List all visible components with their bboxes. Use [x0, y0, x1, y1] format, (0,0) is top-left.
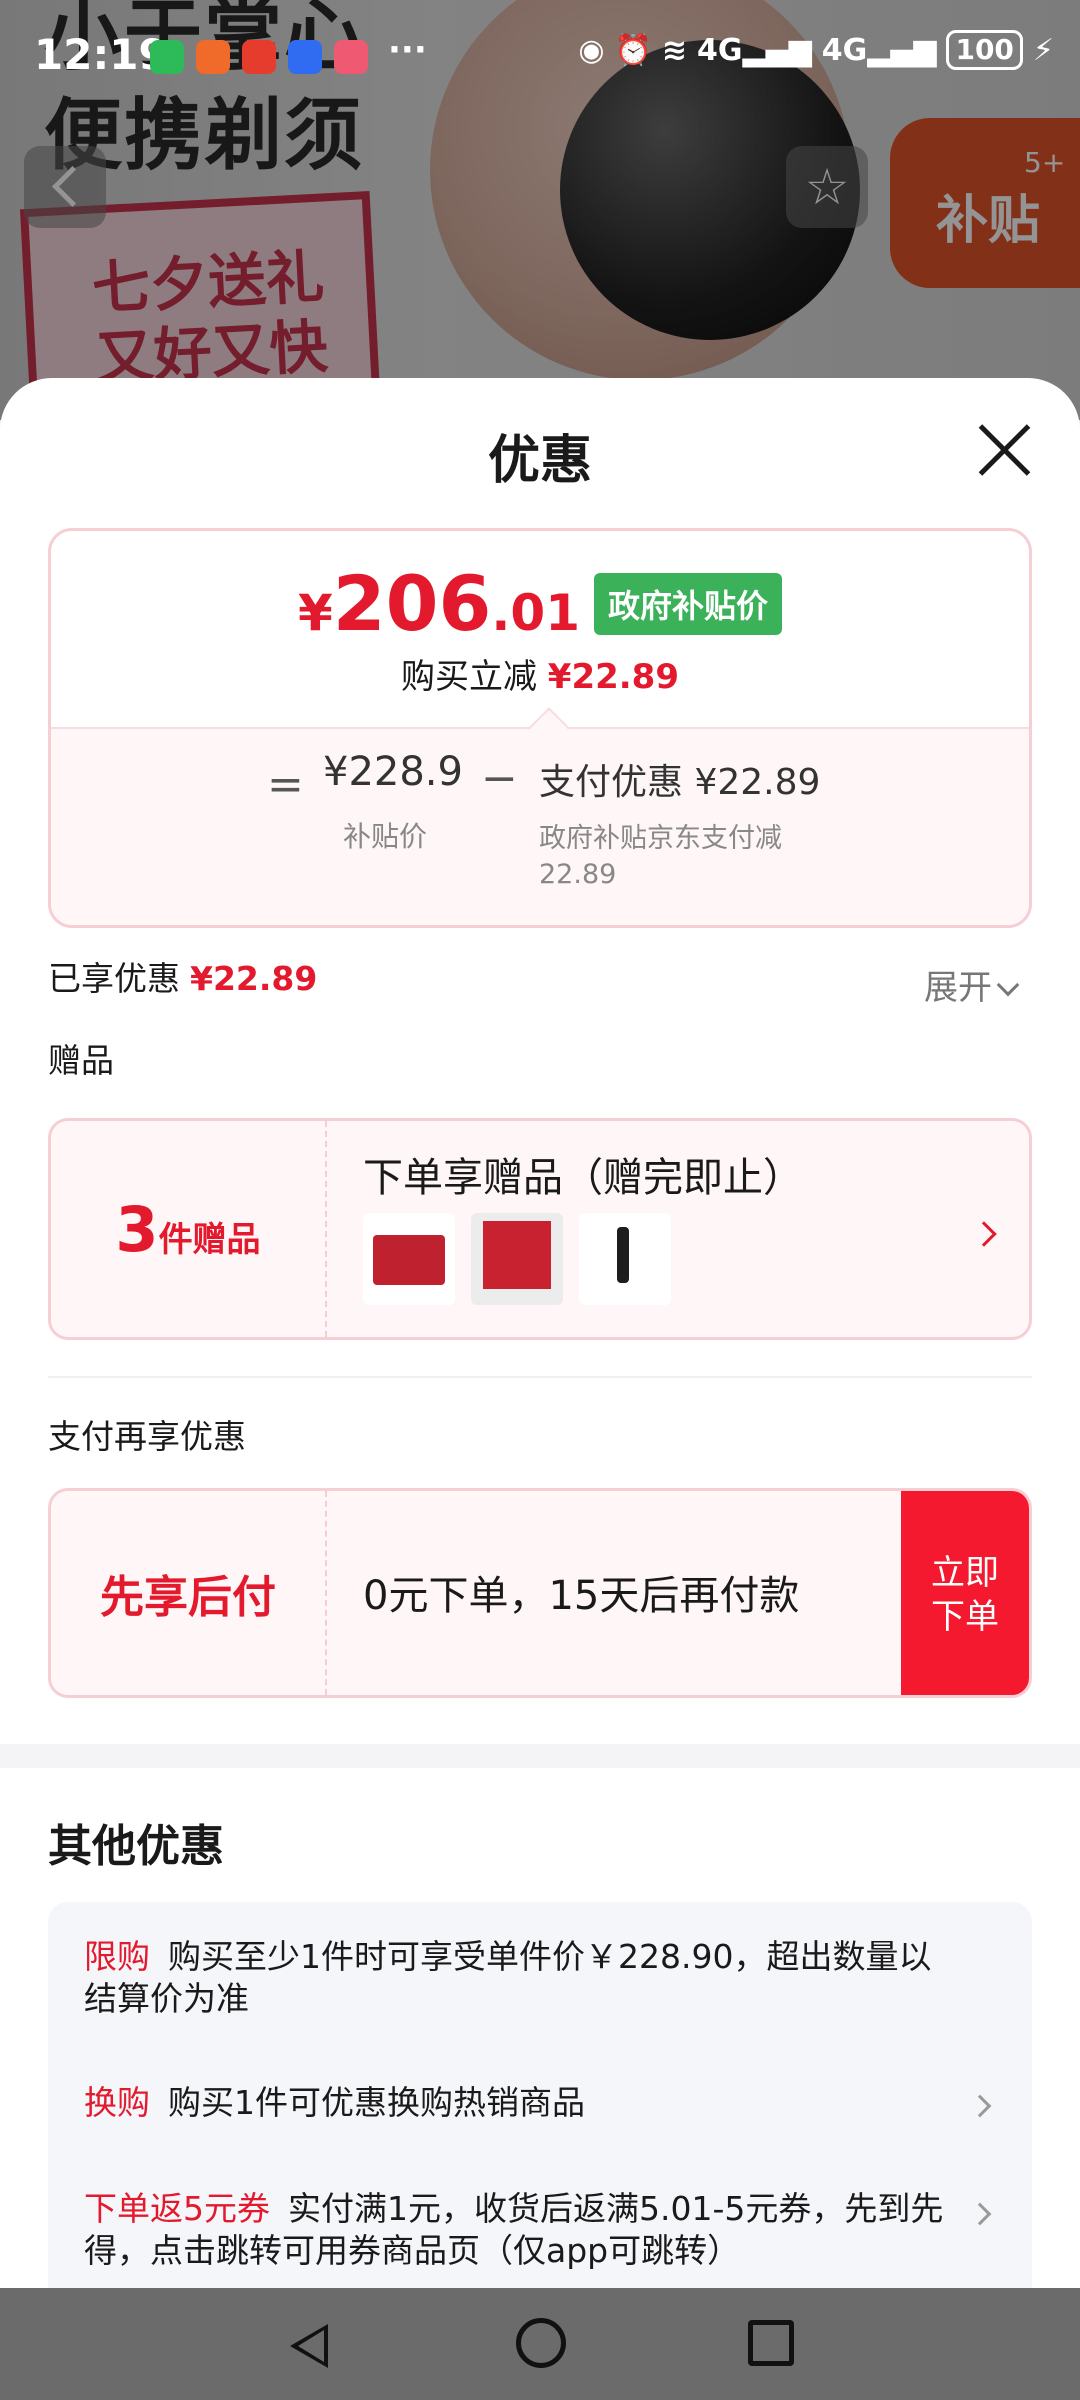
offer-row-coupon[interactable]: 下单返5元券 实付满1元，收货后返满5.01-5元券，先到先得，点击跳转可用券商品… — [84, 2188, 944, 2272]
discount-sheet: 优惠 ¥206.01 政府补贴价 购买立减 ¥22.89 = ¥228.9 补贴… — [0, 378, 1080, 2288]
app-notification-icon — [288, 40, 322, 74]
gift-count: 3 件赠品 — [51, 1121, 327, 1337]
more-notifications-icon: ··· — [388, 30, 427, 70]
price-breakdown: = ¥228.9 补贴价 − 支付优惠 ¥22.89 政府补贴京东支付减22.8… — [51, 707, 1029, 925]
pay-later-desc: 0元下单，15天后再付款 — [363, 1573, 800, 1619]
chevron-right-icon — [971, 1221, 997, 1247]
gift-trimmer-thumbnail — [579, 1213, 671, 1305]
final-price: ¥206.01 — [297, 559, 580, 648]
offer-row-limit: 限购 购买至少1件时可享受单件价￥228.90，超出数量以结算价为准 — [84, 1937, 932, 2018]
minus-sign: − — [481, 753, 518, 804]
status-bar: 12:19 ··· ◉ ⏰ ≋ 4G▂▄▆ 4G▂▄▆ 100 ⚡ — [0, 0, 1080, 110]
app-notification-icon — [242, 40, 276, 74]
battery-icon: 100 — [946, 30, 1023, 70]
pay-discount-value: 支付优惠 ¥22.89 — [539, 762, 821, 803]
price-summary-card: ¥206.01 政府补贴价 购买立减 ¥22.89 = ¥228.9 补贴价 −… — [48, 528, 1032, 928]
nav-home-icon[interactable] — [516, 2318, 566, 2368]
alarm-icon: ⏰ — [614, 32, 652, 68]
gift-thumbnails — [363, 1213, 671, 1305]
charging-icon: ⚡ — [1032, 32, 1054, 68]
pay-later-card: 先享后付 0元下单，15天后再付款 立即 下单 — [48, 1488, 1032, 1698]
gift-title: 下单享赠品（赠完即止） — [363, 1155, 803, 1201]
app-notification-icon — [150, 40, 184, 74]
instant-discount-line: 购买立减 ¥22.89 — [400, 657, 679, 697]
chevron-right-icon — [968, 2094, 992, 2118]
subsidy-price-label: 补贴价 — [343, 820, 428, 853]
pay-later-name: 先享后付 — [51, 1491, 327, 1695]
divider — [48, 1376, 1032, 1378]
signal-4g-icon: 4G▂▄▆ — [697, 32, 812, 68]
other-offers-list: 限购 购买至少1件时可享受单件价￥228.90，超出数量以结算价为准 换购 购买1件… — [48, 1902, 1032, 2288]
chevron-down-icon — [996, 973, 1020, 997]
system-nav-bar — [0, 2288, 1080, 2400]
payment-section-label: 支付再享优惠 — [48, 1417, 246, 1456]
app-notification-icon — [334, 40, 368, 74]
gifts-section-label: 赠品 — [48, 1041, 114, 1080]
enjoyed-discount: 已享优惠 ¥22.89 — [48, 959, 318, 998]
equals-sign: = — [267, 759, 304, 810]
notification-icons — [150, 40, 368, 74]
app-notification-icon — [196, 40, 230, 74]
system-icons: ◉ ⏰ ≋ 4G▂▄▆ 4G▂▄▆ 100 ⚡ — [578, 30, 1054, 70]
wifi-icon: ≋ — [661, 32, 688, 68]
section-gap — [0, 1744, 1080, 1768]
gift-bag-thumbnail — [363, 1213, 455, 1305]
expand-button[interactable]: 展开 — [924, 960, 1020, 1009]
other-offers-title: 其他优惠 — [48, 1821, 224, 1872]
subsidy-price-value: ¥228.9 — [323, 749, 463, 795]
close-icon[interactable] — [976, 422, 1032, 478]
gift-card[interactable]: 3 件赠品 下单享赠品（赠完即止） — [48, 1118, 1032, 1340]
signal-4g-icon: 4G▂▄▆ — [821, 32, 937, 68]
gift-box-thumbnail — [471, 1213, 563, 1305]
status-time: 12:19 — [34, 30, 168, 79]
offer-row-exchange[interactable]: 换购 购买1件可优惠换购热销商品 — [84, 2082, 944, 2124]
pay-discount-desc: 政府补贴京东支付减22.89 — [539, 823, 782, 890]
eye-icon: ◉ — [578, 32, 605, 68]
order-now-button[interactable]: 立即 下单 — [901, 1491, 1029, 1695]
nav-recents-icon[interactable] — [748, 2320, 794, 2366]
gov-subsidy-tag: 政府补贴价 — [594, 572, 783, 635]
sheet-title: 优惠 — [487, 431, 592, 491]
nav-back-icon[interactable] — [290, 2324, 328, 2368]
chevron-right-icon — [968, 2202, 992, 2226]
